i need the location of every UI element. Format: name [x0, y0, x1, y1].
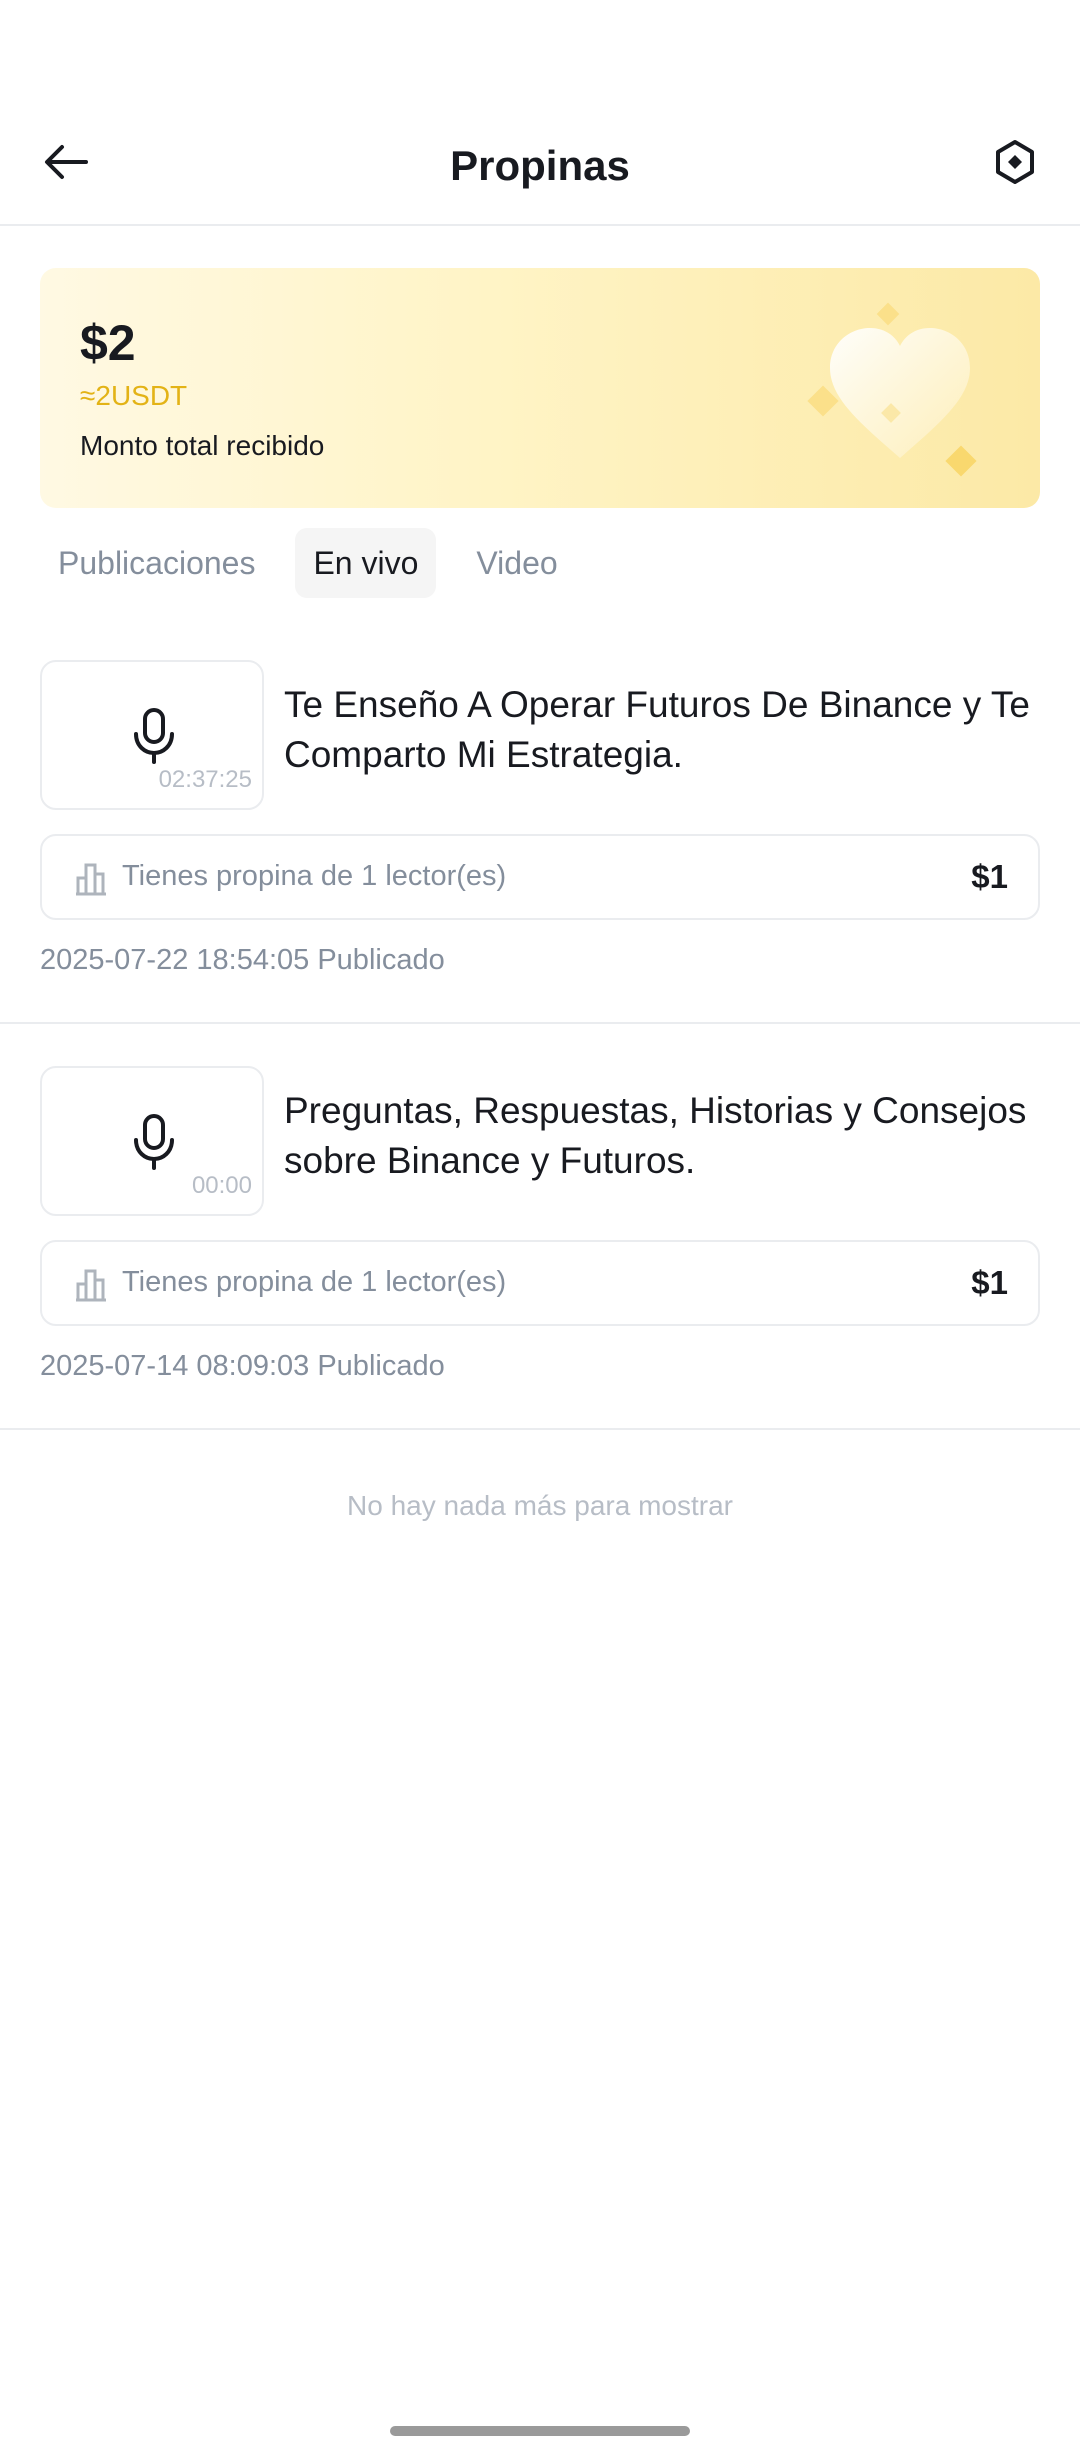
duration-label: 00:00 [191, 1172, 252, 1199]
tip-text: Tienes propina de 1 lector(es) [122, 860, 507, 892]
tip-summary: Tienes propina de 1 lector(es) $1 [40, 834, 1040, 920]
live-thumbnail[interactable]: 02:37:25 [40, 660, 264, 810]
page-title: Propinas [450, 142, 630, 189]
settings-button[interactable] [990, 136, 1040, 188]
microphone-icon [134, 1114, 174, 1170]
published-date: 2025-07-22 18:54:05 Publicado [40, 944, 445, 976]
item-title[interactable]: Te Enseño A Operar Futuros De Binance y … [284, 680, 1044, 780]
heart-illustration-icon [807, 302, 977, 477]
hexagon-settings-icon [996, 140, 1034, 184]
item-title[interactable]: Preguntas, Respuestas, Historias y Conse… [284, 1086, 1044, 1186]
tab-publicaciones[interactable]: Publicaciones [40, 528, 273, 598]
bar-chart-icon [76, 863, 106, 896]
total-received-card: $2 ≈2USDT Monto total recibido [40, 268, 1040, 508]
total-received-label: Monto total recibido [80, 430, 325, 461]
duration-label: 02:37:25 [158, 766, 252, 793]
tab-en-vivo[interactable]: En vivo [295, 528, 437, 598]
live-thumbnail[interactable]: 00:00 [40, 1066, 264, 1216]
usdt-equivalent: ≈2USDT [80, 380, 188, 411]
top-bar: Propinas [0, 110, 1080, 226]
list-item[interactable]: 02:37:25 Te Enseño A Operar Futuros De B… [0, 660, 1080, 1024]
total-amount: $2 [80, 315, 136, 371]
list-item[interactable]: 00:00 Preguntas, Respuestas, Historias y… [0, 1066, 1080, 1430]
home-indicator[interactable] [390, 2426, 690, 2436]
tip-amount: $1 [971, 858, 1008, 895]
tab-video[interactable]: Video [458, 528, 575, 598]
tab-bar: Publicaciones En vivo Video [40, 528, 598, 598]
tip-text: Tienes propina de 1 lector(es) [122, 1266, 507, 1298]
tip-summary: Tienes propina de 1 lector(es) $1 [40, 1240, 1040, 1326]
end-of-list-message: No hay nada más para mostrar [347, 1490, 733, 1521]
microphone-icon [134, 708, 174, 764]
published-date: 2025-07-14 08:09:03 Publicado [40, 1350, 445, 1382]
bar-chart-icon [76, 1269, 106, 1302]
tip-amount: $1 [971, 1264, 1008, 1301]
